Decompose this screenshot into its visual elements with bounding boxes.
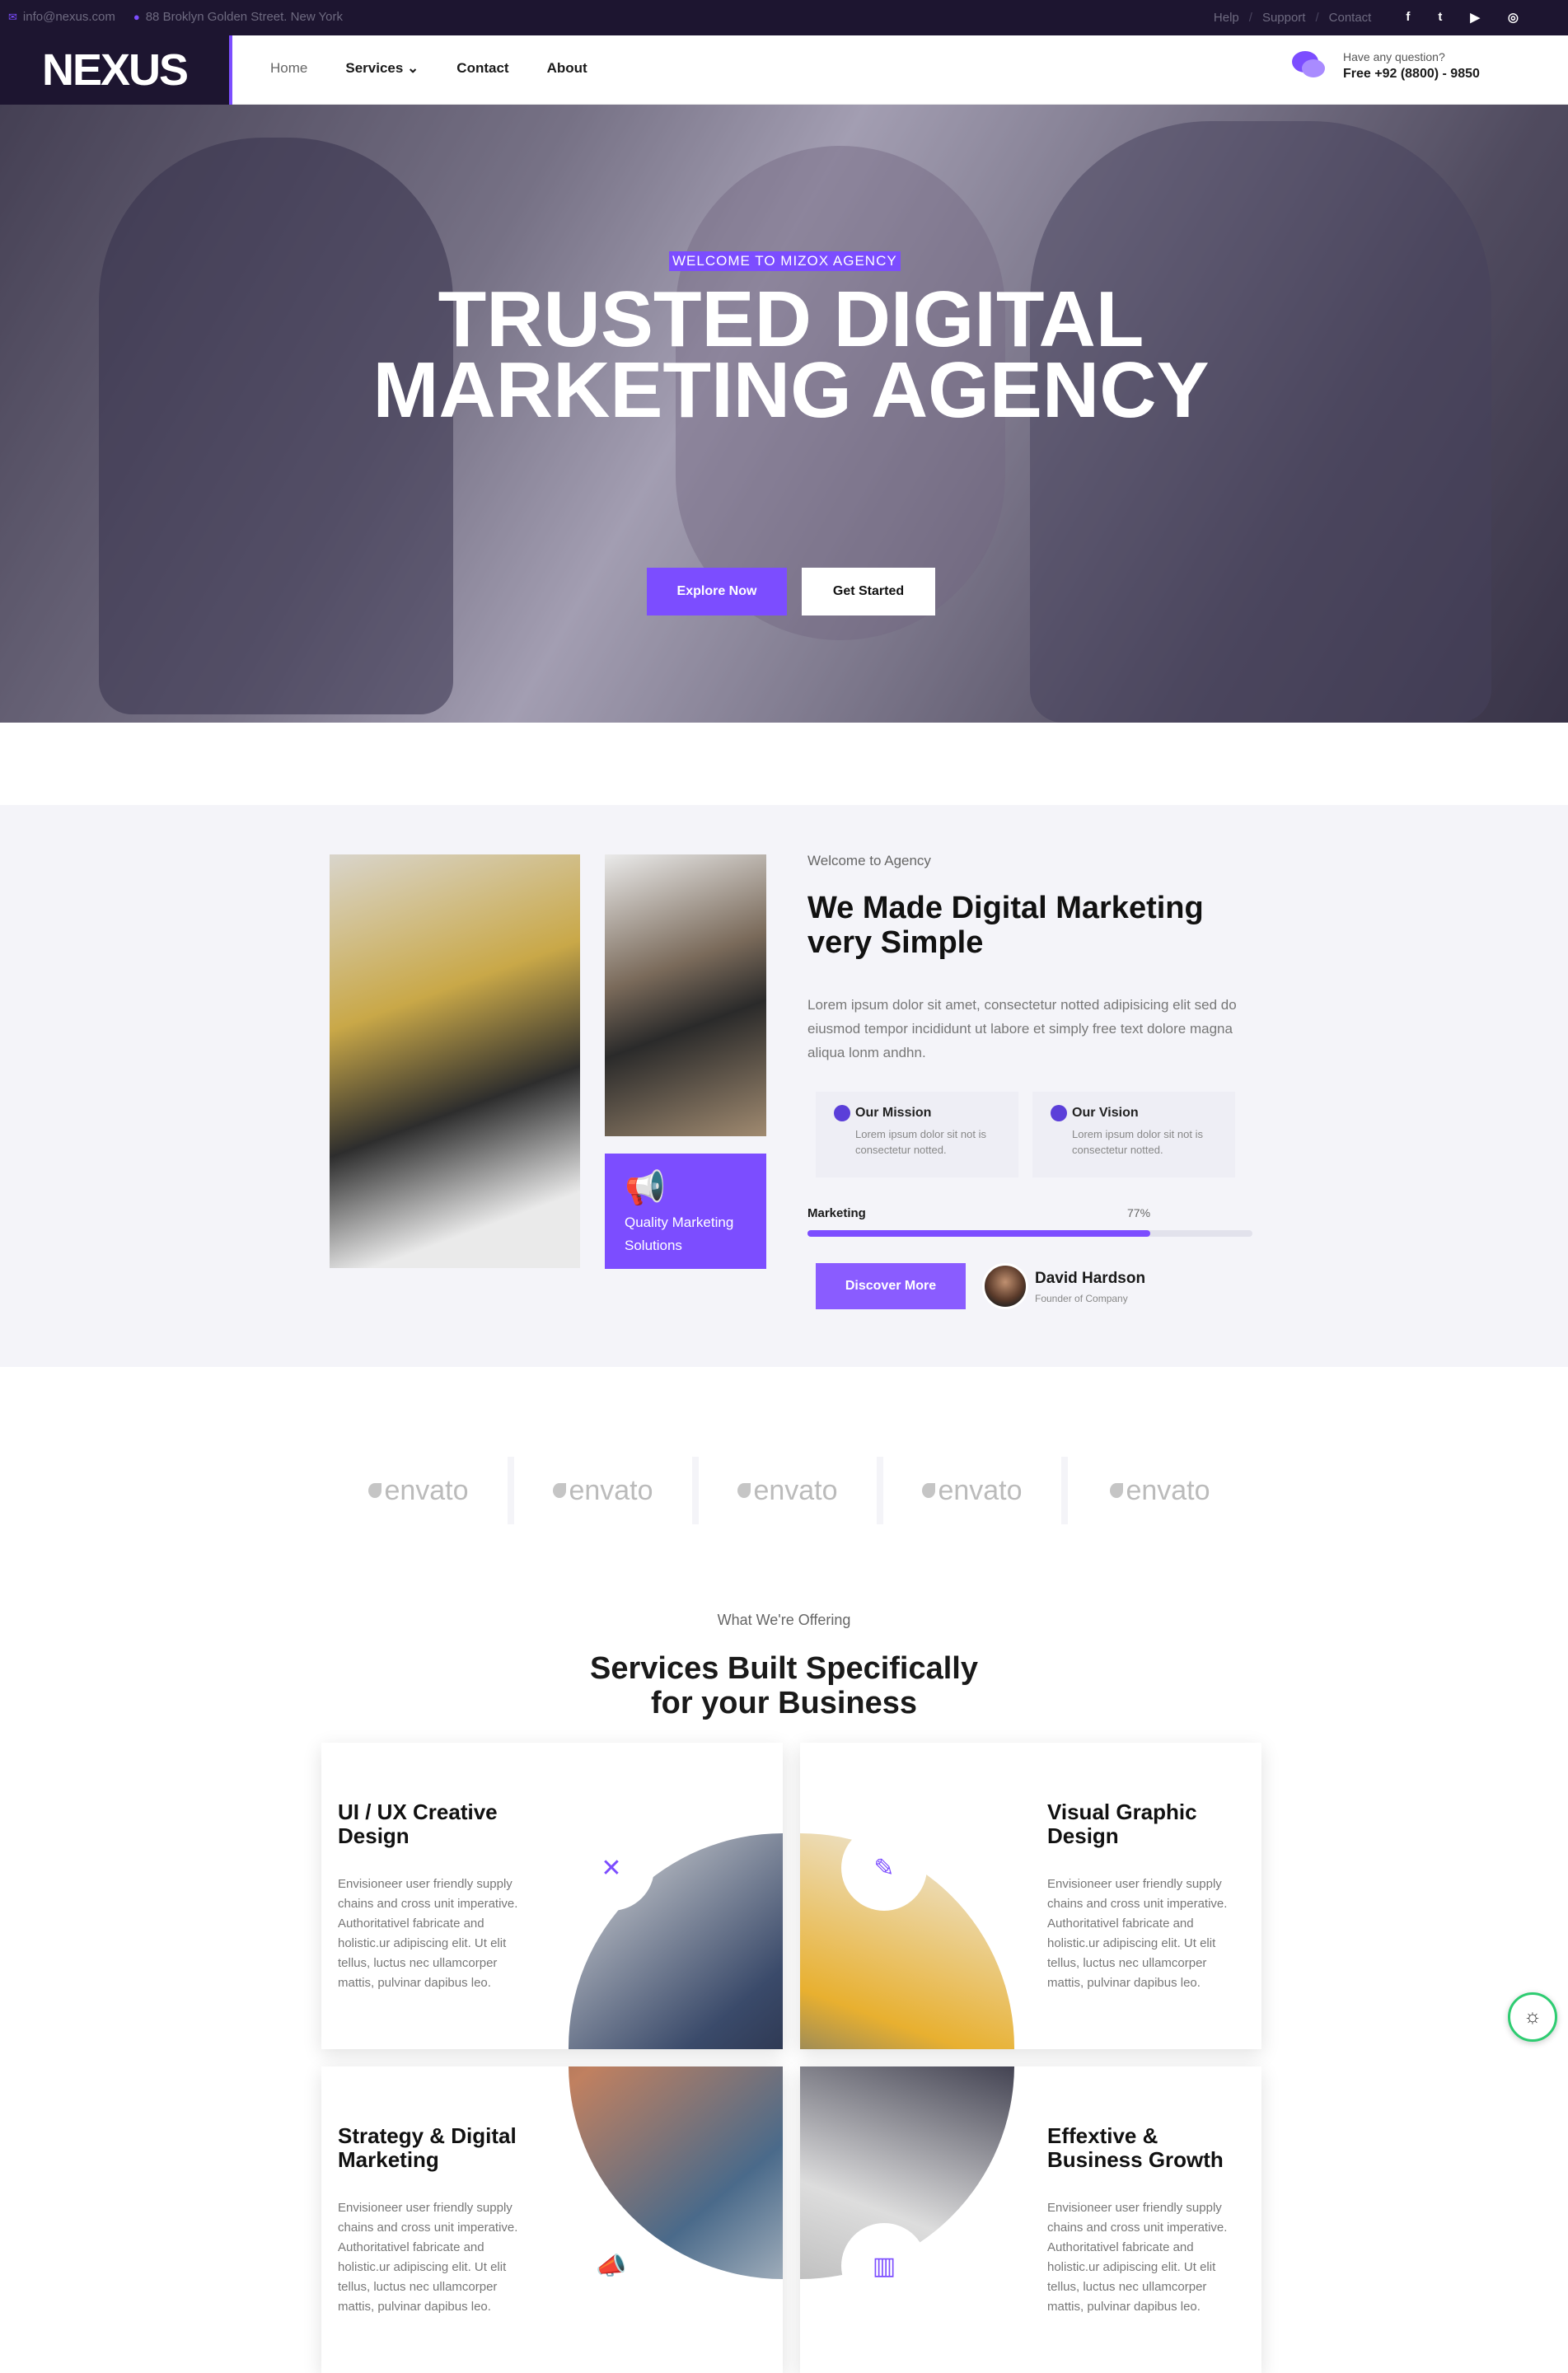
nav-about[interactable]: About: [547, 60, 587, 77]
divider: /: [1315, 10, 1319, 25]
discover-more-button[interactable]: Discover More: [816, 1263, 966, 1309]
service-text: Envisioneer user friendly supply chains …: [1047, 2201, 1228, 2314]
contact-link[interactable]: Contact: [1329, 11, 1372, 25]
envato-leaf-icon: [1110, 1483, 1124, 1498]
growth-chart-icon: ▥: [841, 2223, 927, 2309]
team-photo: [330, 854, 580, 1268]
instagram-icon[interactable]: ◎: [1508, 10, 1519, 25]
envato-leaf-icon: [737, 1483, 751, 1498]
phone-number[interactable]: Free +92 (8800) - 9850: [1343, 67, 1480, 82]
sun-icon: ☼: [1524, 2006, 1542, 2028]
help-link[interactable]: Help: [1214, 11, 1239, 25]
megaphone-icon: 📢: [625, 1170, 666, 1206]
hero-kicker: WELCOME TO MIZOX AGENCY: [669, 251, 901, 271]
chevron-down-icon: ⌄: [407, 60, 419, 76]
nav-home[interactable]: Home: [270, 60, 307, 77]
about-kicker: Welcome to Agency: [807, 853, 931, 868]
hero-title: TRUSTED DIGITAL MARKETING AGENCY: [372, 275, 1210, 434]
main-nav: Home Services ⌄ Contact About: [270, 60, 587, 77]
progress-bar: [807, 1230, 1252, 1237]
about-section: 📢 Quality Marketing Solutions Welcome to…: [0, 805, 1568, 1367]
nav-services[interactable]: Services ⌄: [345, 60, 419, 77]
service-card[interactable]: 📣 Strategy & Digital Marketing Envisione…: [321, 2066, 783, 2373]
address: ● 88 Broklyn Golden Street. New York: [133, 10, 344, 24]
quality-label: Quality Marketing Solutions: [625, 1215, 734, 1253]
progress-fill: [807, 1230, 1150, 1237]
globe-icon: [834, 1105, 850, 1121]
quality-box: 📢 Quality Marketing Solutions: [605, 1154, 766, 1269]
location-pin-icon: ●: [133, 11, 140, 23]
twitter-icon[interactable]: t: [1438, 10, 1442, 25]
explore-now-button[interactable]: Explore Now: [647, 568, 787, 615]
top-bar: ✉ info@nexus.com ● 88 Broklyn Golden Stree…: [0, 0, 1568, 35]
service-text: Envisioneer user friendly supply chains …: [338, 1877, 518, 1990]
pencil-ruler-icon: ✕: [569, 1825, 654, 1911]
service-title: Effextive & Business Growth: [1047, 2123, 1224, 2172]
chat-bubble-icon: [1292, 51, 1327, 81]
service-title: UI / UX Creative Design: [338, 1800, 498, 1848]
vision-card: Our Vision Lorem ipsum dolor sit not is …: [1032, 1092, 1235, 1177]
envato-leaf-icon: [922, 1483, 936, 1498]
get-started-button[interactable]: Get Started: [802, 568, 935, 615]
about-paragraph: Lorem ipsum dolor sit amet, consectetur …: [807, 997, 1237, 1060]
globe-icon: [1051, 1105, 1067, 1121]
envato-leaf-icon: [553, 1483, 567, 1498]
brand-logos: envato envato envato envato envato: [330, 1457, 1252, 1524]
mail-icon: ✉: [8, 10, 17, 23]
envato-leaf-icon: [368, 1483, 382, 1498]
support-link[interactable]: Support: [1262, 11, 1306, 25]
header: NEXUS Home Services ⌄ Contact About Have…: [0, 35, 1568, 105]
services-title: Services Built Specifically for your Bus…: [589, 1651, 978, 1720]
avatar: [982, 1263, 1028, 1309]
service-text: Envisioneer user friendly supply chains …: [338, 2201, 518, 2314]
service-card[interactable]: ✎ Visual Graphic Design Envisioneer user…: [800, 1743, 1261, 2049]
hero-section: WELCOME TO MIZOX AGENCY TRUSTED DIGITAL …: [0, 105, 1568, 723]
brand-logo[interactable]: envato: [699, 1457, 883, 1524]
header-contact: Have any question? Free +92 (8800) - 985…: [1292, 50, 1480, 82]
youtube-icon[interactable]: ▶: [1470, 10, 1480, 25]
divider: /: [1248, 10, 1252, 25]
theme-toggle-button[interactable]: ☼: [1508, 1992, 1557, 2042]
person-name: David Hardson: [1035, 1270, 1146, 1287]
megaphone-icon: 📣: [569, 2223, 654, 2309]
brand-logo[interactable]: envato: [514, 1457, 699, 1524]
facebook-icon[interactable]: f: [1406, 10, 1410, 25]
services-kicker: What We're Offering: [717, 1612, 851, 1628]
progress-label: Marketing: [807, 1206, 866, 1220]
laptop-photo: [605, 854, 766, 1136]
mission-card: Our Mission Lorem ipsum dolor sit not is…: [816, 1092, 1018, 1177]
progress-value: 77%: [1127, 1206, 1151, 1219]
pen-tool-icon: ✎: [841, 1825, 927, 1911]
question-label: Have any question?: [1343, 50, 1445, 63]
logo[interactable]: NEXUS: [0, 35, 232, 105]
service-card[interactable]: ✕ UI / UX Creative Design Envisioneer us…: [321, 1743, 783, 2049]
service-text: Envisioneer user friendly supply chains …: [1047, 1877, 1228, 1990]
email-contact[interactable]: ✉ info@nexus.com: [8, 10, 115, 24]
person-role: Founder of Company: [1035, 1293, 1128, 1304]
brand-logo[interactable]: envato: [1068, 1457, 1252, 1524]
nav-contact[interactable]: Contact: [456, 60, 508, 77]
service-title: Strategy & Digital Marketing: [338, 2123, 517, 2172]
about-title: We Made Digital Marketing very Simple: [807, 891, 1204, 960]
brand-logo[interactable]: envato: [330, 1457, 514, 1524]
service-card[interactable]: ▥ Effextive & Business Growth Envisionee…: [800, 2066, 1261, 2373]
brand-logo[interactable]: envato: [883, 1457, 1068, 1524]
service-title: Visual Graphic Design: [1047, 1800, 1197, 1848]
